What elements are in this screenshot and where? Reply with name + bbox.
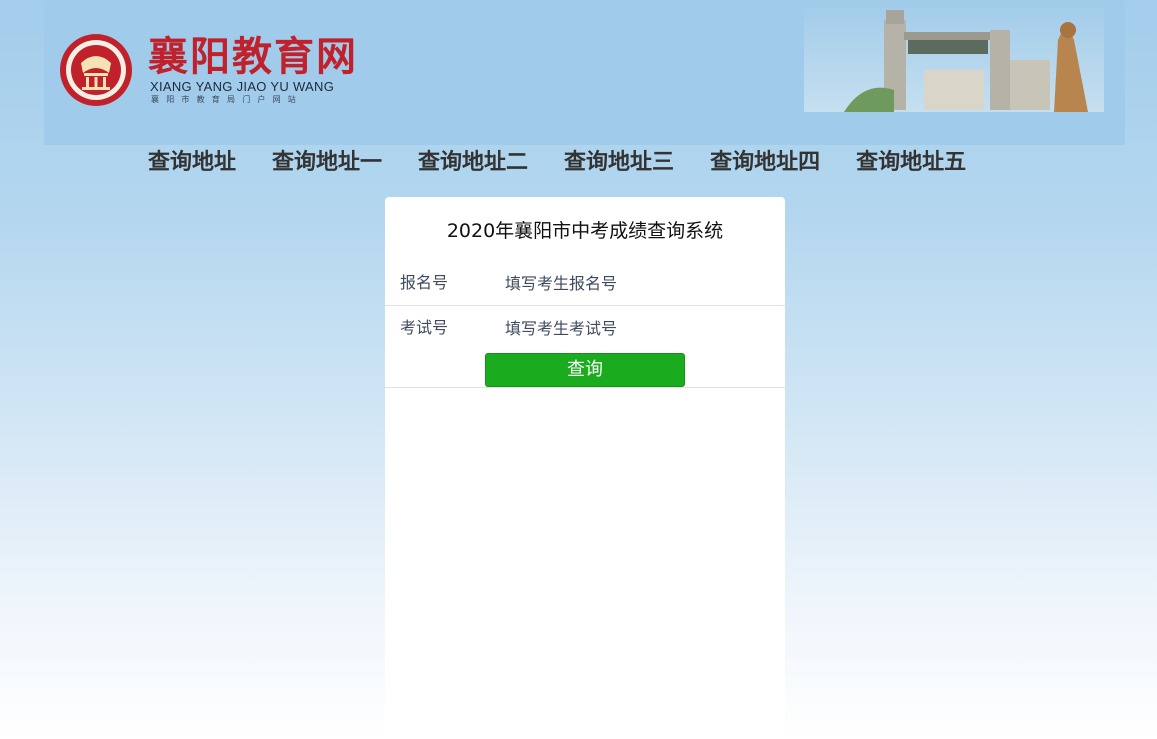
nav-link-query-address-3[interactable]: 查询地址三 [564,145,674,181]
query-address-nav: 查询地址 查询地址一 查询地址二 查询地址三 查询地址四 查询地址五 [130,145,1040,181]
exam-number-label: 考试号 [400,318,449,337]
xiangyang-education-emblem-icon [60,34,132,106]
exam-number-row: 考试号 [385,310,785,350]
score-query-panel: 2020年襄阳市中考成绩查询系统 报名号 考试号 查询 [385,197,785,739]
nav-link-query-address-5[interactable]: 查询地址五 [856,145,966,181]
site-logo-pinyin: XIANG YANG JIAO YU WANG [150,79,335,94]
registration-number-input[interactable] [503,267,775,299]
panel-title: 2020年襄阳市中考成绩查询系统 [446,220,724,242]
form-divider [385,387,785,388]
site-logo-subtitle: 襄阳市教育局门户网站 [151,95,303,104]
nav-link-query-address[interactable]: 查询地址 [148,145,236,181]
nav-link-query-address-2[interactable]: 查询地址二 [418,145,528,181]
registration-number-row: 报名号 [385,265,785,306]
nav-link-query-address-1[interactable]: 查询地址一 [272,145,382,181]
exam-number-input[interactable] [503,312,775,344]
site-header: 襄阳教育网 XIANG YANG JIAO YU WANG 襄阳市教育局门户网站 [44,0,1125,145]
registration-number-label: 报名号 [400,273,449,292]
header-banner-image [804,0,1104,112]
site-logo-title: 襄阳教育网 [148,33,358,80]
query-submit-button[interactable]: 查询 [485,353,685,387]
nav-link-query-address-4[interactable]: 查询地址四 [710,145,820,181]
